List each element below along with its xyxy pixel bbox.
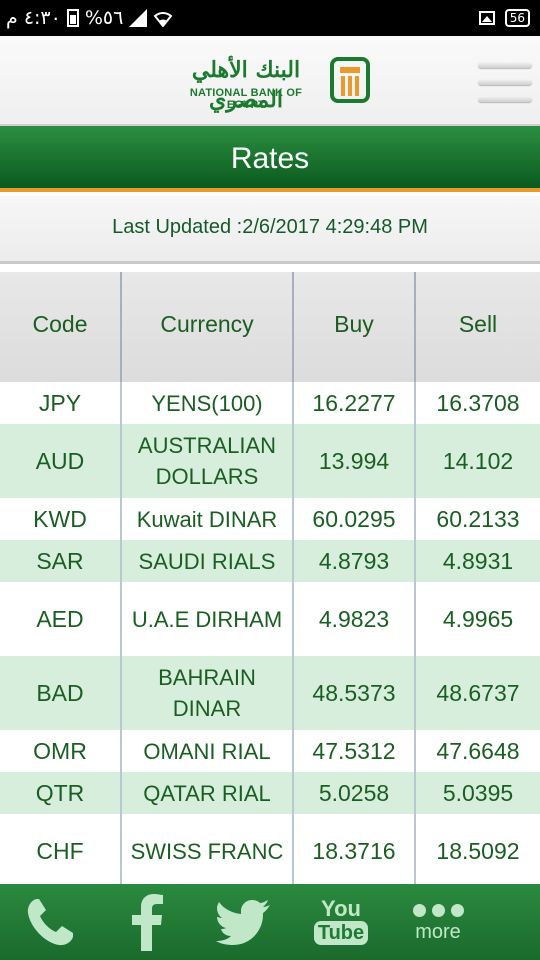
- sell-cell: 4.9965: [442, 605, 514, 632]
- sell-cell: 5.0395: [442, 779, 514, 806]
- currency-cell: SWISS FRANC: [122, 814, 294, 886]
- sell-cell: 18.5092: [436, 837, 520, 864]
- menu-bar: [478, 96, 532, 102]
- sell-cell: 48.6737: [436, 679, 520, 706]
- wifi-icon: [153, 12, 173, 27]
- table-row: OMR OMANI RIAL 47.5312 47.6648: [0, 730, 540, 772]
- buy-cell: 60.0295: [294, 498, 416, 540]
- menu-bar: [478, 79, 532, 85]
- buy-cell: 18.3716: [294, 814, 416, 886]
- phone-icon: [27, 899, 73, 946]
- code-cell: CHF: [0, 814, 122, 886]
- table-row: AUD AUSTRALIAN DOLLARS 13.994 14.102: [0, 424, 540, 498]
- currency-cell: U.A.E DIRHAM: [122, 582, 294, 656]
- table-header: Code Currency Buy Sell: [0, 272, 540, 382]
- currency-cell: OMANI RIAL: [122, 730, 294, 772]
- code-cell: QTR: [0, 772, 122, 814]
- code-cell: OMR: [0, 730, 122, 772]
- youtube-button[interactable]: You Tube: [310, 884, 372, 960]
- code-cell: KWD: [0, 498, 122, 540]
- youtube-icon-you: You: [321, 896, 361, 921]
- status-left: ٤:٣٠ م %٥٦: [6, 6, 173, 30]
- image-notification-icon: [478, 11, 495, 25]
- table-row: KWD Kuwait DINAR 60.0295 60.2133: [0, 498, 540, 540]
- currency-cell: YENS(100): [122, 382, 294, 424]
- column-header-sell: Sell: [416, 272, 540, 382]
- buy-cell: 5.0258: [294, 772, 416, 814]
- battery-percent: %٥٦: [84, 7, 124, 29]
- sell-cell: 60.2133: [436, 505, 520, 532]
- table-row: AED U.A.E DIRHAM 4.9823 4.9965: [0, 582, 540, 656]
- table-row: QTR QATAR RIAL 5.0258 5.0395: [0, 772, 540, 814]
- twitter-icon: [216, 900, 270, 945]
- code-cell: SAR: [0, 540, 122, 582]
- facebook-button[interactable]: [122, 884, 172, 960]
- currency-cell: Kuwait DINAR: [122, 498, 294, 540]
- buy-cell: 4.9823: [294, 582, 416, 656]
- signal-icon: [129, 9, 148, 27]
- more-label: more: [415, 921, 461, 943]
- currency-cell: AUSTRALIAN DOLLARS: [122, 424, 294, 498]
- sell-cell: 4.8931: [442, 547, 514, 574]
- more-icon: [412, 904, 464, 917]
- app-header: البنك الأهلي المصري NATIONAL BANK OF EGY…: [0, 36, 540, 126]
- rates-table[interactable]: Code Currency Buy Sell JPY YENS(100) 16.…: [0, 269, 540, 886]
- column-header-code: Code: [0, 272, 122, 382]
- bank-name-english: NATIONAL BANK OF EGYPT: [189, 87, 303, 111]
- status-right: 56: [478, 6, 530, 30]
- table-row: BAD BAHRAIN DINAR 48.5373 48.6737: [0, 656, 540, 730]
- table-row: SAR SAUDI RIALS 4.8793 4.8931: [0, 540, 540, 582]
- buy-cell: 47.5312: [294, 730, 416, 772]
- title-bar: Rates: [0, 126, 540, 192]
- code-cell: BAD: [0, 656, 122, 730]
- menu-bar: [478, 62, 532, 68]
- more-button[interactable]: more: [404, 884, 472, 960]
- column-header-buy: Buy: [294, 272, 416, 382]
- twitter-button[interactable]: [214, 884, 272, 960]
- phone-button[interactable]: [18, 884, 82, 960]
- column-header-currency: Currency: [122, 272, 294, 382]
- sell-cell: 16.3708: [436, 389, 520, 416]
- buy-cell: 16.2277: [294, 382, 416, 424]
- page-title: Rates: [230, 142, 310, 175]
- sell-cell: 47.6648: [436, 737, 520, 764]
- sell-cell: 14.102: [442, 447, 514, 474]
- status-time: ٤:٣٠ م: [6, 7, 61, 29]
- buy-cell: 4.8793: [294, 540, 416, 582]
- buy-cell: 48.5373: [294, 656, 416, 730]
- menu-button[interactable]: [478, 60, 534, 106]
- table-row: CHF SWISS FRANC 18.3716 18.5092: [0, 814, 540, 886]
- currency-cell: QATAR RIAL: [122, 772, 294, 814]
- code-cell: JPY: [0, 382, 122, 424]
- bank-logo[interactable]: البنك الأهلي المصري NATIONAL BANK OF EGY…: [170, 55, 370, 113]
- bank-emblem-icon: [330, 57, 370, 103]
- code-cell: AED: [0, 582, 122, 656]
- battery-badge: 56: [504, 9, 530, 27]
- buy-cell: 13.994: [294, 424, 416, 498]
- code-cell: AUD: [0, 424, 122, 498]
- battery-icon: [66, 9, 79, 27]
- facebook-icon: [132, 894, 163, 951]
- currency-cell: SAUDI RIALS: [122, 540, 294, 582]
- last-updated-text: Last Updated :2/6/2017 4:29:48 PM: [112, 216, 428, 238]
- youtube-icon-tube: Tube: [313, 921, 369, 945]
- bottom-nav: You Tube more: [0, 884, 540, 960]
- table-row: JPY YENS(100) 16.2277 16.3708: [0, 382, 540, 424]
- status-bar: ٤:٣٠ م %٥٦ 56: [0, 0, 540, 36]
- last-updated-bar: Last Updated :2/6/2017 4:29:48 PM: [0, 196, 540, 264]
- currency-cell: BAHRAIN DINAR: [122, 656, 294, 730]
